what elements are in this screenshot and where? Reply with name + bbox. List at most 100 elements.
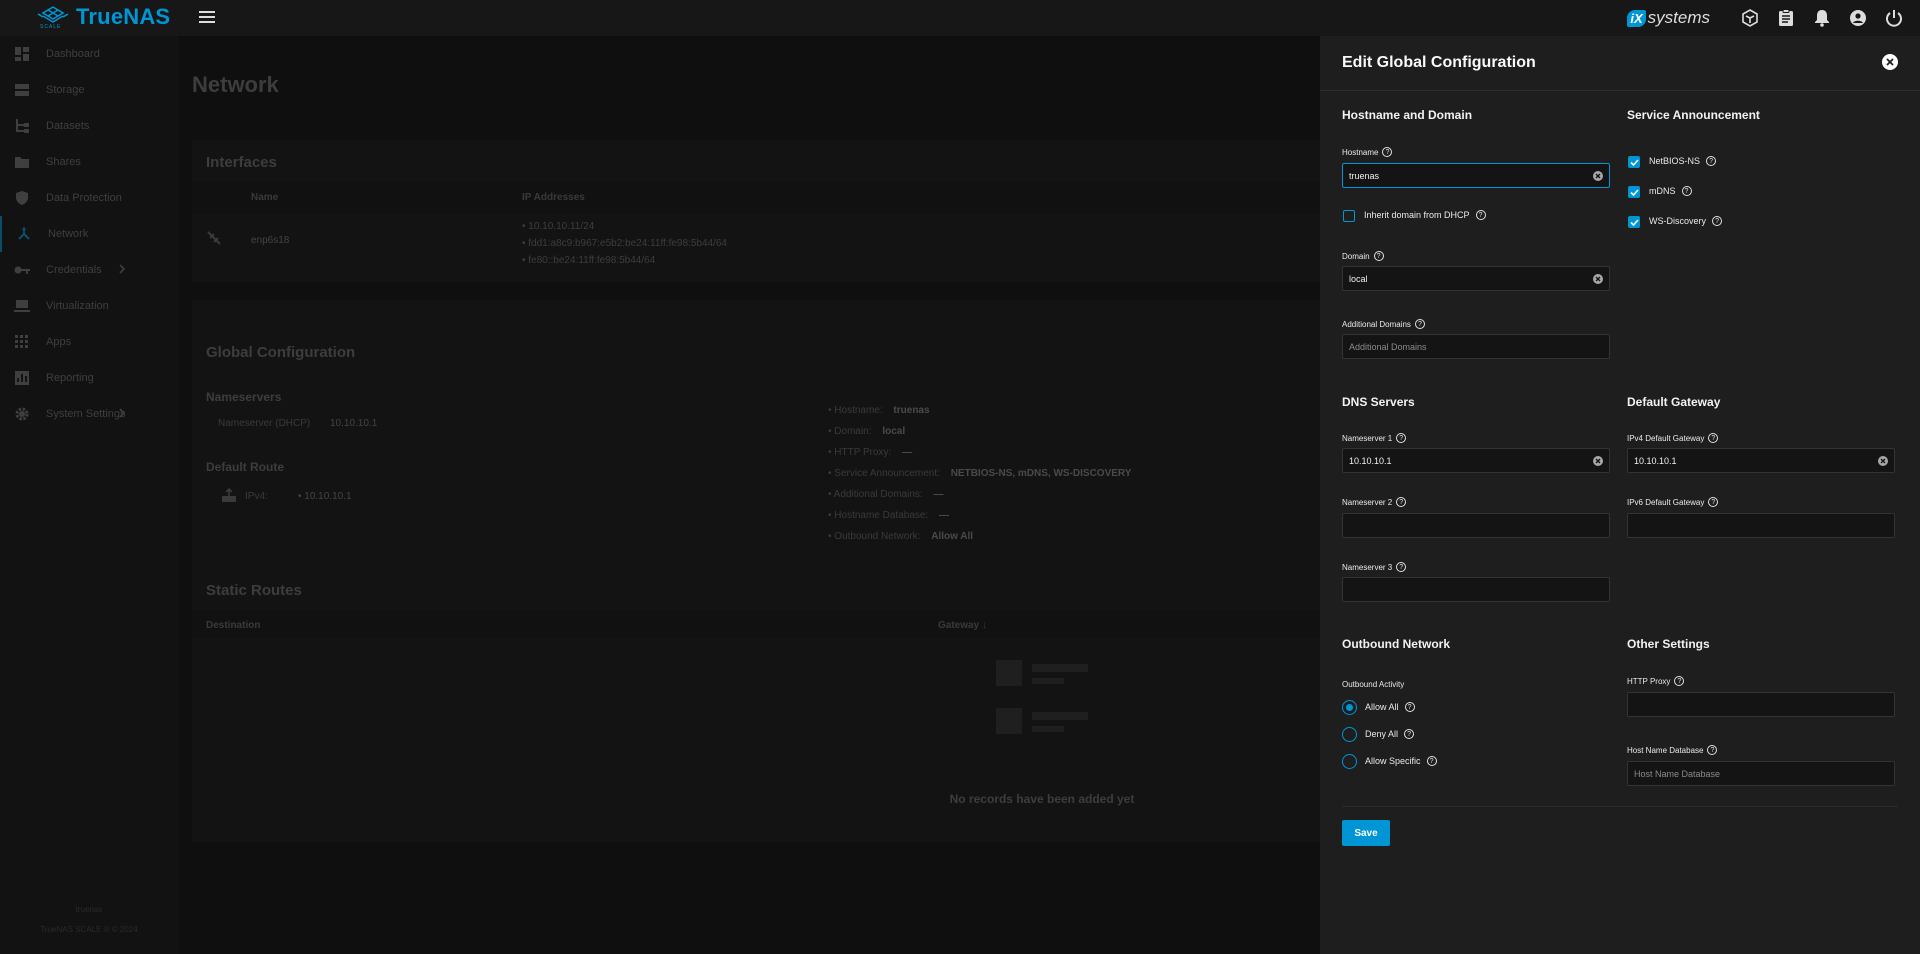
allow-all-label: Allow All? bbox=[1365, 702, 1415, 712]
ipv4-gateway-input[interactable] bbox=[1634, 455, 1894, 466]
ixsystems-logo[interactable]: iX systems bbox=[1627, 8, 1710, 28]
ws-discovery-checkbox[interactable] bbox=[1628, 216, 1640, 228]
allow-specific-radio[interactable] bbox=[1342, 754, 1357, 769]
top-bar: TrueNAS SCALE iX systems bbox=[0, 0, 1920, 36]
domain-input[interactable] bbox=[1349, 273, 1609, 284]
nameserver-2-field[interactable] bbox=[1342, 513, 1610, 538]
allow-all-radio[interactable] bbox=[1342, 700, 1357, 715]
clear-icon[interactable] bbox=[1593, 171, 1603, 181]
additional-domains-label: Additional Domains? bbox=[1342, 319, 1425, 329]
panel-title: Edit Global Configuration bbox=[1342, 54, 1536, 71]
help-icon[interactable]: ? bbox=[1404, 702, 1415, 712]
shield-icon bbox=[14, 190, 30, 206]
host-name-database-field[interactable] bbox=[1627, 761, 1895, 786]
netbios-ns-checkbox[interactable] bbox=[1628, 156, 1640, 168]
ws-discovery-label: WS-Discovery? bbox=[1649, 216, 1723, 226]
help-icon[interactable]: ? bbox=[1708, 497, 1719, 507]
inherit-domain-checkbox[interactable] bbox=[1343, 210, 1355, 222]
domain-field[interactable] bbox=[1342, 266, 1610, 291]
sidebar-item-network[interactable]: Network bbox=[0, 216, 178, 252]
nameserver-3-input[interactable] bbox=[1349, 584, 1609, 595]
clipboard-icon[interactable] bbox=[1774, 6, 1798, 30]
hostname-field[interactable] bbox=[1342, 163, 1610, 188]
deny-all-label: Deny All? bbox=[1365, 729, 1415, 739]
help-icon[interactable]: ? bbox=[1404, 729, 1415, 739]
clear-icon[interactable] bbox=[1878, 456, 1888, 466]
nameserver-2-input[interactable] bbox=[1349, 520, 1609, 531]
help-icon[interactable]: ? bbox=[1708, 433, 1719, 443]
bell-icon[interactable] bbox=[1810, 6, 1834, 30]
empty-list-icon bbox=[996, 660, 1096, 745]
help-icon[interactable]: ? bbox=[1382, 147, 1393, 157]
help-icon[interactable]: ? bbox=[1396, 433, 1407, 443]
sidebar-item-storage[interactable]: Storage bbox=[0, 72, 178, 108]
nameserver-3-field[interactable] bbox=[1342, 577, 1610, 602]
ipv6-gateway-label: IPv6 Default Gateway? bbox=[1627, 497, 1719, 507]
sidebar-item-shares[interactable]: Shares bbox=[0, 144, 178, 180]
help-icon[interactable]: ? bbox=[1373, 251, 1384, 261]
close-icon[interactable] bbox=[1882, 54, 1898, 70]
http-proxy-field[interactable] bbox=[1627, 692, 1895, 717]
ix-badge: iX bbox=[1627, 9, 1646, 27]
ipv4-route-label: IPv4: bbox=[245, 491, 268, 502]
ipv6-gateway-field[interactable] bbox=[1627, 513, 1895, 538]
sidebar-item-datasets[interactable]: Datasets bbox=[0, 108, 178, 144]
clear-icon[interactable] bbox=[1593, 456, 1603, 466]
help-icon[interactable]: ? bbox=[1475, 210, 1486, 220]
sidebar-item-virtualization[interactable]: Virtualization bbox=[0, 288, 178, 324]
sidebar-item-label: Shares bbox=[46, 156, 81, 168]
col-ip-header: IP Addresses bbox=[522, 192, 585, 203]
default-route-title: Default Route bbox=[206, 460, 284, 474]
additional-domains-field[interactable] bbox=[1342, 334, 1610, 359]
deny-all-radio[interactable] bbox=[1342, 727, 1357, 742]
col-destination-header[interactable]: Destination bbox=[206, 620, 260, 631]
ip-address: • fe80::be24:11ff:fe98:5b44/64 bbox=[522, 255, 656, 266]
sidebar-footer: truenas TrueNAS SCALE ® © 2024 bbox=[0, 900, 178, 940]
hostname-input[interactable] bbox=[1349, 170, 1609, 181]
interface-link-icon bbox=[206, 230, 222, 251]
nameserver-1-input[interactable] bbox=[1349, 455, 1609, 466]
brand-sub: SCALE bbox=[40, 24, 62, 30]
sidebar-item-apps[interactable]: Apps bbox=[0, 324, 178, 360]
outbound-activity-label: Outbound Activity bbox=[1342, 680, 1405, 689]
additional-domains-input[interactable] bbox=[1349, 341, 1609, 352]
http-proxy-input[interactable] bbox=[1634, 699, 1894, 710]
save-button[interactable]: Save bbox=[1342, 820, 1390, 846]
power-icon[interactable] bbox=[1882, 6, 1906, 30]
page-title: Network bbox=[192, 72, 279, 97]
menu-toggle-icon[interactable] bbox=[199, 11, 215, 25]
help-icon[interactable]: ? bbox=[1707, 745, 1718, 755]
nameserver-dhcp-label: Nameserver (DHCP) bbox=[218, 418, 311, 429]
ip-address: • fdd1:a8c9:b967:e5b2:be24:11ff:fe98:5b4… bbox=[522, 238, 727, 249]
footer-copyright[interactable]: TrueNAS SCALE ® © 2024 bbox=[0, 920, 178, 940]
sidebar-item-dashboard[interactable]: Dashboard bbox=[0, 36, 178, 72]
interface-name[interactable]: enp6s18 bbox=[251, 235, 289, 246]
help-icon[interactable]: ? bbox=[1681, 186, 1692, 196]
col-gateway-header[interactable]: Gateway ↓ bbox=[938, 620, 987, 631]
host-name-database-input[interactable] bbox=[1634, 768, 1894, 779]
help-icon[interactable]: ? bbox=[1396, 497, 1407, 507]
summary-item: • Additional Domains: — bbox=[828, 489, 944, 500]
help-icon[interactable]: ? bbox=[1414, 319, 1425, 329]
sidebar-item-label: Credentials bbox=[46, 264, 102, 276]
sidebar-item-reporting[interactable]: Reporting bbox=[0, 360, 178, 396]
help-icon[interactable]: ? bbox=[1426, 756, 1437, 766]
clear-icon[interactable] bbox=[1593, 274, 1603, 284]
sidebar-item-credentials[interactable]: Credentials bbox=[0, 252, 178, 288]
help-icon[interactable]: ? bbox=[1712, 216, 1723, 226]
account-icon[interactable] bbox=[1846, 6, 1870, 30]
hostname-domain-section-title: Hostname and Domain bbox=[1342, 108, 1473, 122]
help-icon[interactable]: ? bbox=[1706, 156, 1717, 166]
mdns-checkbox[interactable] bbox=[1628, 186, 1640, 198]
ipv6-gateway-input[interactable] bbox=[1634, 520, 1894, 531]
help-icon[interactable]: ? bbox=[1674, 676, 1685, 686]
help-icon[interactable]: ? bbox=[1396, 562, 1407, 572]
nameserver-1-field[interactable] bbox=[1342, 448, 1610, 473]
sidebar-item-data-protection[interactable]: Data Protection bbox=[0, 180, 178, 216]
sidebar-item-system-settings[interactable]: System Settings bbox=[0, 396, 178, 432]
ipv4-gateway-field[interactable] bbox=[1627, 448, 1895, 473]
truecommand-icon[interactable] bbox=[1738, 6, 1762, 30]
inherit-domain-label: Inherit domain from DHCP? bbox=[1364, 210, 1486, 220]
domain-label: Domain? bbox=[1342, 251, 1384, 261]
hostname-label: Hostname? bbox=[1342, 147, 1393, 157]
